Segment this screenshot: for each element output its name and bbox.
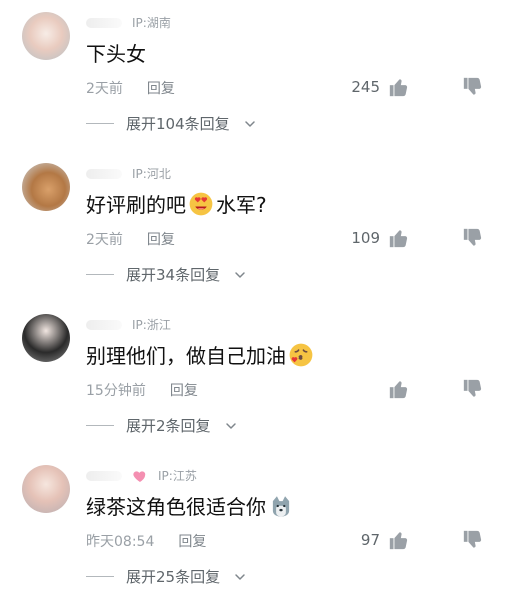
comment-text: 别理他们，做自己加油 [86, 340, 314, 369]
comment-text-after-emoji: 水军? [216, 193, 267, 217]
expand-replies-label: 展开104条回复 [126, 115, 230, 133]
chevron-down-icon [235, 271, 245, 278]
reply-button[interactable]: 回复 [147, 78, 175, 98]
heart-eyes-emoji-icon [189, 192, 213, 215]
husky-dog-emoji-icon [272, 495, 290, 517]
reply-button[interactable]: 回复 [178, 531, 206, 551]
comment-text: 下头女 [86, 38, 146, 67]
comment-text-before-emoji: 好评刷的吧 [86, 193, 186, 217]
expand-replies[interactable]: 展开104条回复 [86, 113, 258, 134]
comment-time: 2天前 [86, 232, 123, 248]
like-area[interactable]: 97 [350, 529, 410, 551]
comment-meta: 15分钟前 回复 [86, 380, 198, 400]
chevron-down-icon [235, 573, 245, 580]
comment-header: IP:湖南 [86, 14, 171, 31]
expand-replies-label: 展开2条回复 [126, 417, 211, 435]
like-area[interactable]: 245 [350, 76, 410, 98]
username-redacted [86, 168, 122, 179]
comment-text-content: 绿茶这角色很适合你 [86, 495, 266, 519]
ip-location: IP:浙江 [132, 318, 171, 332]
expand-replies-label: 展开25条回复 [126, 568, 221, 586]
username-redacted [86, 470, 122, 481]
comment-header: IP:河北 [86, 165, 171, 182]
comment-text-content: 别理他们，做自己加油 [86, 344, 286, 368]
ip-location: IP:江苏 [158, 469, 197, 483]
avatar[interactable] [22, 163, 70, 211]
like-count: 109 [351, 229, 380, 247]
divider-line [86, 274, 114, 275]
thumbs-up-icon[interactable] [388, 227, 410, 249]
avatar[interactable] [22, 465, 70, 513]
ip-location: IP:河北 [132, 167, 171, 181]
divider-line [86, 123, 114, 124]
expand-replies-label: 展开34条回复 [126, 266, 221, 284]
like-count: 97 [360, 531, 380, 549]
expand-replies[interactable]: 展开34条回复 [86, 264, 248, 285]
username-redacted [86, 319, 122, 330]
reply-button[interactable]: 回复 [170, 380, 198, 400]
comment-text-content: 下头女 [86, 42, 146, 66]
chevron-down-icon [225, 422, 236, 429]
like-area[interactable]: 109 [350, 227, 410, 249]
like-count: 245 [351, 78, 380, 96]
like-area[interactable] [350, 378, 410, 400]
reply-button[interactable]: 回复 [147, 229, 175, 249]
avatar[interactable] [22, 314, 70, 362]
comment-meta: 2天前 回复 [86, 78, 175, 98]
comment-text: 绿茶这角色很适合你 [86, 491, 294, 520]
comment-item: IP:湖南 下头女 2天前 回复 245 展开104条回复 [0, 0, 510, 151]
thumbs-down-icon[interactable] [462, 227, 484, 249]
comment-header: IP:江苏 [86, 467, 197, 484]
thumbs-down-icon[interactable] [462, 529, 484, 551]
divider-line [86, 425, 114, 426]
comment-meta: 2天前 回复 [86, 229, 175, 249]
ip-location: IP:湖南 [132, 16, 171, 30]
comment-time: 15分钟前 [86, 383, 146, 399]
expand-replies[interactable]: 展开2条回复 [86, 415, 239, 436]
avatar[interactable] [22, 12, 70, 60]
comment-time: 昨天08:54 [86, 534, 155, 550]
thumbs-down-icon[interactable] [462, 76, 484, 98]
thumbs-up-icon[interactable] [388, 529, 410, 551]
pink-heart-icon [133, 470, 146, 482]
kissing-heart-emoji-icon [289, 343, 313, 366]
comment-text: 好评刷的吧 水军? [86, 189, 267, 218]
thumbs-down-icon[interactable] [462, 378, 484, 400]
comment-meta: 昨天08:54 回复 [86, 531, 206, 551]
chevron-down-icon [244, 120, 255, 127]
comment-time: 2天前 [86, 81, 123, 97]
comment-item: IP:河北 好评刷的吧 水军? 2天前 回复 109 展开34条回复 [0, 151, 510, 302]
comment-header: IP:浙江 [86, 316, 171, 333]
comment-item: IP:浙江 别理他们，做自己加油 15分钟前 回复 展开2条回复 [0, 302, 510, 453]
divider-line [86, 576, 114, 577]
expand-replies[interactable]: 展开25条回复 [86, 566, 248, 587]
comment-item: IP:江苏 绿茶这角色很适合你 昨天08:54 回复 97 展开25条回复 [0, 453, 510, 604]
thumbs-up-icon[interactable] [388, 378, 410, 400]
username-redacted [86, 17, 122, 28]
thumbs-up-icon[interactable] [388, 76, 410, 98]
